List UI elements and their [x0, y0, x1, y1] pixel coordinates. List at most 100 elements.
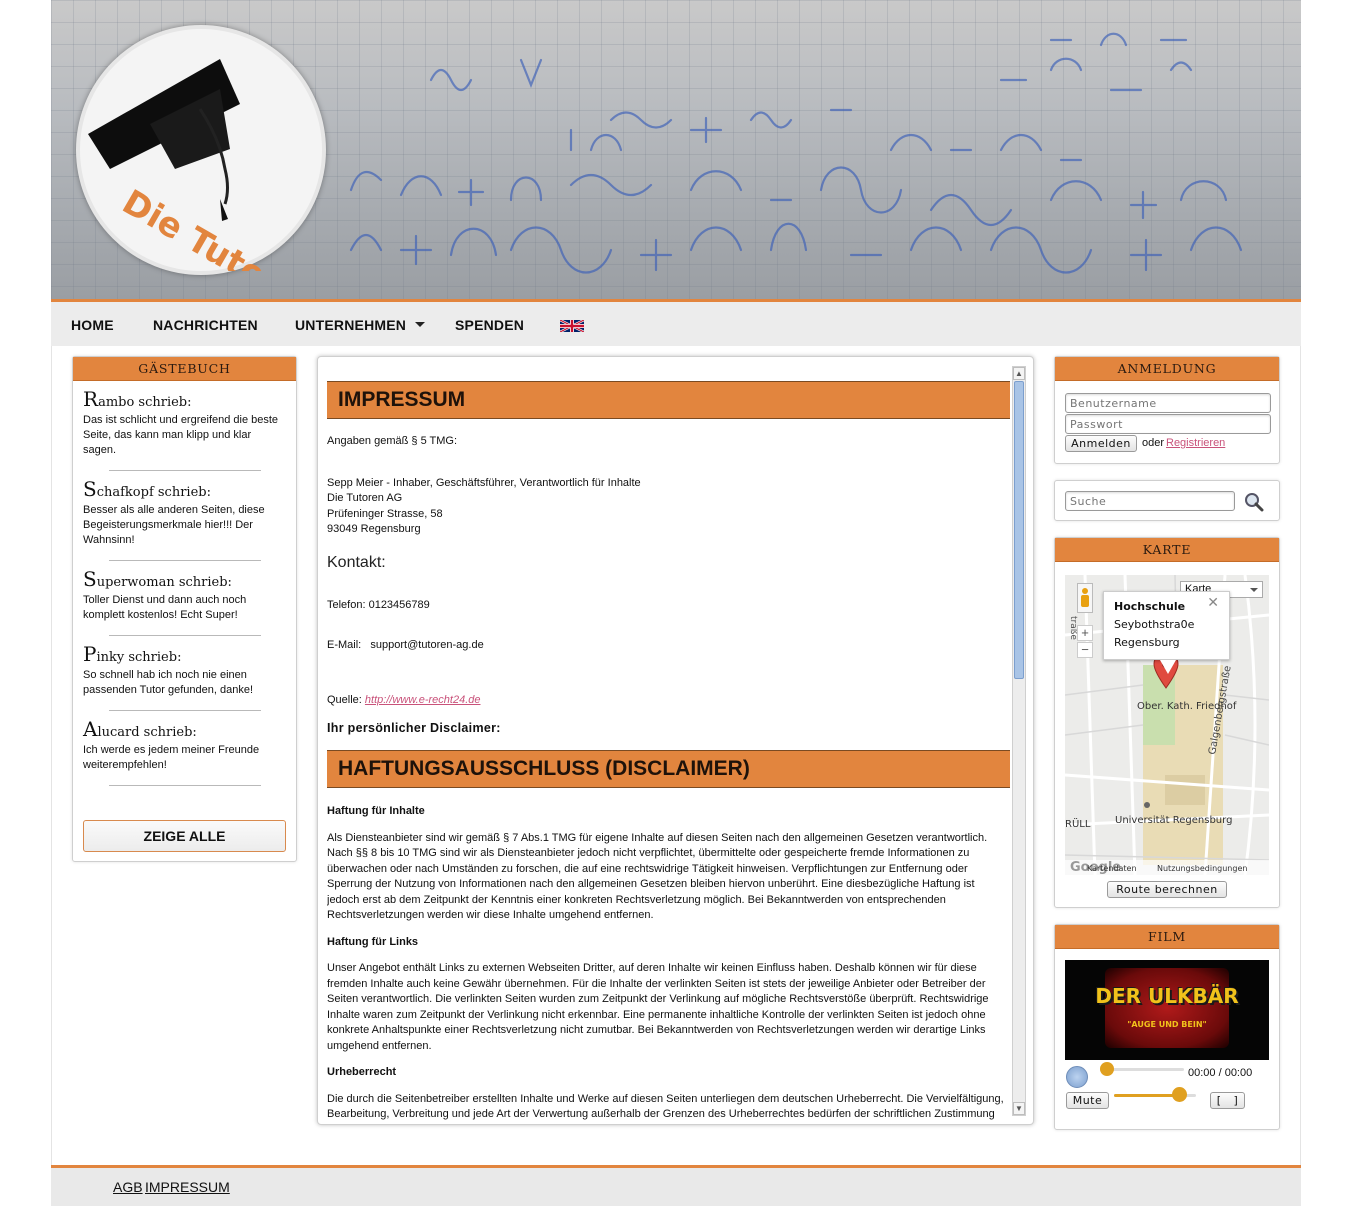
guestbook-entry: Schafkopf schrieb: Besser als alle andere…	[73, 471, 296, 561]
or-text: oder	[1142, 437, 1165, 449]
info-pointer	[1160, 660, 1176, 674]
register-link[interactable]: Registrieren	[1166, 437, 1225, 449]
mute-button[interactable]: Mute	[1066, 1092, 1109, 1109]
guestbook-box: GÄSTEBUCH Rambo schrieb: Das ist schlicht…	[72, 356, 297, 862]
volume-knob[interactable]	[1172, 1087, 1188, 1102]
tmg-line: Angaben gemäß § 5 TMG:	[327, 435, 458, 447]
disclaimer-subheading: Ihr persönlicher Disclaimer:	[327, 721, 501, 735]
map-title: KARTE	[1055, 538, 1279, 562]
pegman-icon[interactable]	[1077, 583, 1093, 613]
nav-nachrichten[interactable]: NACHRICHTEN	[153, 317, 258, 333]
guestbook-text: Das ist schlicht und ergreifend die best…	[83, 414, 279, 456]
scroll-thumb[interactable]	[1014, 381, 1024, 679]
uk-flag-icon[interactable]	[560, 320, 584, 332]
progress-knob[interactable]	[1100, 1062, 1114, 1076]
password-field[interactable]	[1065, 414, 1271, 434]
video-time: 00:00 / 00:00	[1188, 1067, 1253, 1079]
zoom-in-icon[interactable]: +	[1077, 625, 1093, 641]
scroll-up-icon[interactable]: ▲	[1013, 367, 1025, 380]
kontakt-heading: Kontakt:	[327, 553, 386, 571]
address-line: Die Tutoren AG	[327, 492, 403, 504]
video-player[interactable]: DER ULKBÄR "AUGE UND BEIN"	[1065, 960, 1269, 1060]
nav-unternehmen[interactable]: UNTERNEHMEN	[295, 317, 406, 333]
info-title: Hochschule	[1114, 600, 1186, 613]
search-icon[interactable]	[1243, 491, 1265, 513]
guestbook-list: Rambo schrieb: Das ist schlicht und ergre…	[73, 381, 296, 786]
main-nav: HOME NACHRICHTEN UNTERNEHMEN SPENDEN	[51, 302, 1301, 346]
scrollbar[interactable]: ▲ ▼	[1012, 366, 1026, 1116]
logo[interactable]: Die Tutoren AG	[76, 25, 385, 300]
email-line: E-Mail: support@tutoren-ag.de	[327, 638, 1010, 654]
chevron-down-icon[interactable]	[415, 322, 425, 327]
login-title: ANMELDUNG	[1055, 357, 1279, 381]
page: Die Tutoren AG HOME NACHRICHTEN UNTERNEH…	[51, 0, 1301, 1206]
impressum-panel: IMPRESSUM Angaben gemäß § 5 TMG: Sepp Me…	[317, 356, 1034, 1125]
section-text: Die durch die Seitenbetreiber erstellten…	[327, 1092, 1004, 1121]
volume-track[interactable]	[1114, 1087, 1196, 1102]
quelle-line: Quelle: http://www.e-recht24.de	[327, 693, 1010, 709]
zoom-out-icon[interactable]: −	[1077, 642, 1093, 658]
username-field[interactable]	[1065, 393, 1271, 413]
guestbook-entry: Superwoman schrieb: Toller Dienst und dan…	[73, 561, 296, 636]
route-button[interactable]: Route berechnen	[1107, 881, 1227, 898]
guestbook-text: So schnell hab ich noch nie einen passen…	[83, 669, 254, 696]
login-button[interactable]: Anmelden	[1065, 435, 1137, 452]
search-input[interactable]	[1065, 491, 1235, 511]
map-label-friedhof: Ober. Kath. Friedhof	[1137, 701, 1237, 712]
graduation-cap-icon: Die Tutoren AG	[88, 59, 385, 300]
guestbook-author: Rambo schrieb:	[83, 387, 192, 411]
close-icon[interactable]: ✕	[1207, 594, 1219, 612]
map-terms-link[interactable]: Nutzungsbedingungen	[1157, 864, 1247, 873]
section-text: Als Diensteanbieter sind wir gemäß § 7 A…	[327, 831, 988, 922]
film-box: FILM DER ULKBÄR "AUGE UND BEIN" 00:00 / …	[1054, 924, 1280, 1130]
map-label-rull: RÜLL	[1065, 817, 1091, 830]
email-label: E-Mail:	[327, 639, 362, 651]
volume-fill	[1114, 1094, 1180, 1097]
video-subtitle: "AUGE UND BEIN"	[1127, 1020, 1207, 1029]
nav-spenden[interactable]: SPENDEN	[455, 317, 524, 333]
email-value[interactable]: support@tutoren-ag.de	[370, 639, 483, 651]
nav-home[interactable]: HOME	[71, 317, 114, 333]
guestbook-author: Superwoman schrieb:	[83, 567, 232, 591]
guestbook-entry: Alucard schrieb: Ich werde es jedem meine…	[73, 711, 296, 786]
quelle-link[interactable]: http://www.e-recht24.de	[365, 694, 481, 706]
guestbook-title: GÄSTEBUCH	[73, 357, 296, 381]
map-label-uni: Universität Regensburg	[1115, 815, 1232, 826]
guestbook-entry: Pinky schrieb: So schnell hab ich noch ni…	[73, 636, 296, 711]
section-heading: Urheberrecht	[327, 1066, 397, 1078]
footer-link-impressum[interactable]: IMPRESSUM	[145, 1179, 230, 1195]
guestbook-text: Ich werde es jedem meiner Freunde weiter…	[83, 744, 260, 771]
film-title: FILM	[1055, 925, 1279, 949]
address-line: Prüfeninger Strasse, 58	[327, 507, 443, 520]
fullscreen-button[interactable]: [ ]	[1210, 1092, 1245, 1109]
logo-text: Die Tutoren AG	[116, 182, 323, 271]
info-line: Regensburg	[1114, 636, 1180, 649]
chevron-down-icon	[1250, 588, 1258, 592]
guestbook-author: Schafkopf schrieb:	[83, 477, 211, 501]
map-attribution[interactable]: Kartendaten	[1087, 864, 1137, 873]
poi-icon	[1144, 802, 1150, 808]
search-box	[1054, 480, 1280, 521]
show-all-button[interactable]: ZEIGE ALLE	[83, 820, 286, 852]
address-line: 93049 Regensburg	[327, 523, 421, 535]
map-view[interactable]: traße Galgenbergstraße Ober. Kath. Fried…	[1065, 575, 1269, 875]
disclaimer-sections: Haftung für Inhalte Als Diensteanbieter s…	[327, 804, 1010, 1121]
scroll-down-icon[interactable]: ▼	[1013, 1102, 1025, 1115]
info-line: Seybothstra0e	[1114, 618, 1195, 631]
page-title: IMPRESSUM	[327, 381, 1010, 419]
impressum-content: IMPRESSUM Angaben gemäß § 5 TMG: Sepp Me…	[327, 381, 1010, 1121]
quelle-label: Quelle:	[327, 693, 362, 706]
guestbook-author: Pinky schrieb:	[83, 642, 182, 666]
progress-track[interactable]	[1100, 1062, 1184, 1076]
section-text: Unser Angebot enthält Links zu externen …	[327, 962, 989, 1052]
disclaimer-title: HAFTUNGSAUSSCHLUSS (DISCLAIMER)	[327, 750, 1010, 788]
section-heading: Haftung für Inhalte	[327, 805, 425, 817]
footer-link-agb[interactable]: AGB	[113, 1179, 143, 1195]
map-box: KARTE traße Galgenbergstraße Ober. Kath.…	[1054, 537, 1280, 908]
section-heading: Haftung für Links	[327, 935, 419, 948]
guestbook-divider	[108, 785, 261, 786]
telefon-line: Telefon: 0123456789	[327, 598, 430, 611]
play-icon[interactable]	[1066, 1066, 1088, 1088]
video-curtain	[1105, 968, 1229, 1048]
address-line: Sepp Meier - Inhaber, Geschäftsführer, V…	[327, 476, 641, 489]
